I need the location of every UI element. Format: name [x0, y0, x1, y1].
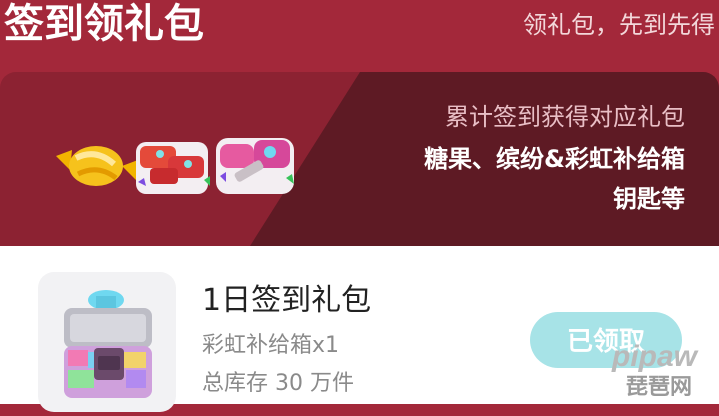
watermark-cn: 琵琶网: [626, 375, 693, 400]
banner-line-1: 累计签到获得对应礼包: [445, 103, 685, 131]
colorful-key-icon: [136, 142, 210, 194]
watermark-logo: pipaw 琵琶网: [612, 340, 716, 404]
candy-icon: [56, 146, 138, 186]
gift-title: 1日签到礼包: [202, 283, 372, 318]
banner-line-2: 糖果、缤纷&彩虹补给箱: [424, 145, 685, 173]
gift-content: 彩虹补给箱x1: [202, 333, 340, 358]
gift-stock: 总库存 30 万件: [202, 371, 354, 396]
rainbow-chest-icon: [64, 290, 152, 398]
reward-icons: [56, 138, 294, 194]
rainbow-key-icon: [216, 138, 294, 194]
banner-line-3: 钥匙等: [613, 185, 685, 213]
page-title: 签到领礼包: [4, 1, 204, 47]
page-subtitle: 领礼包，先到先得: [523, 11, 715, 39]
watermark-en: pipaw: [612, 340, 698, 373]
header: 签到领礼包 领礼包，先到先得: [0, 0, 719, 66]
rewards-banner: 累计签到获得对应礼包 糖果、缤纷&彩虹补给箱 钥匙等: [0, 72, 719, 246]
gift-thumbnail: [38, 272, 176, 412]
